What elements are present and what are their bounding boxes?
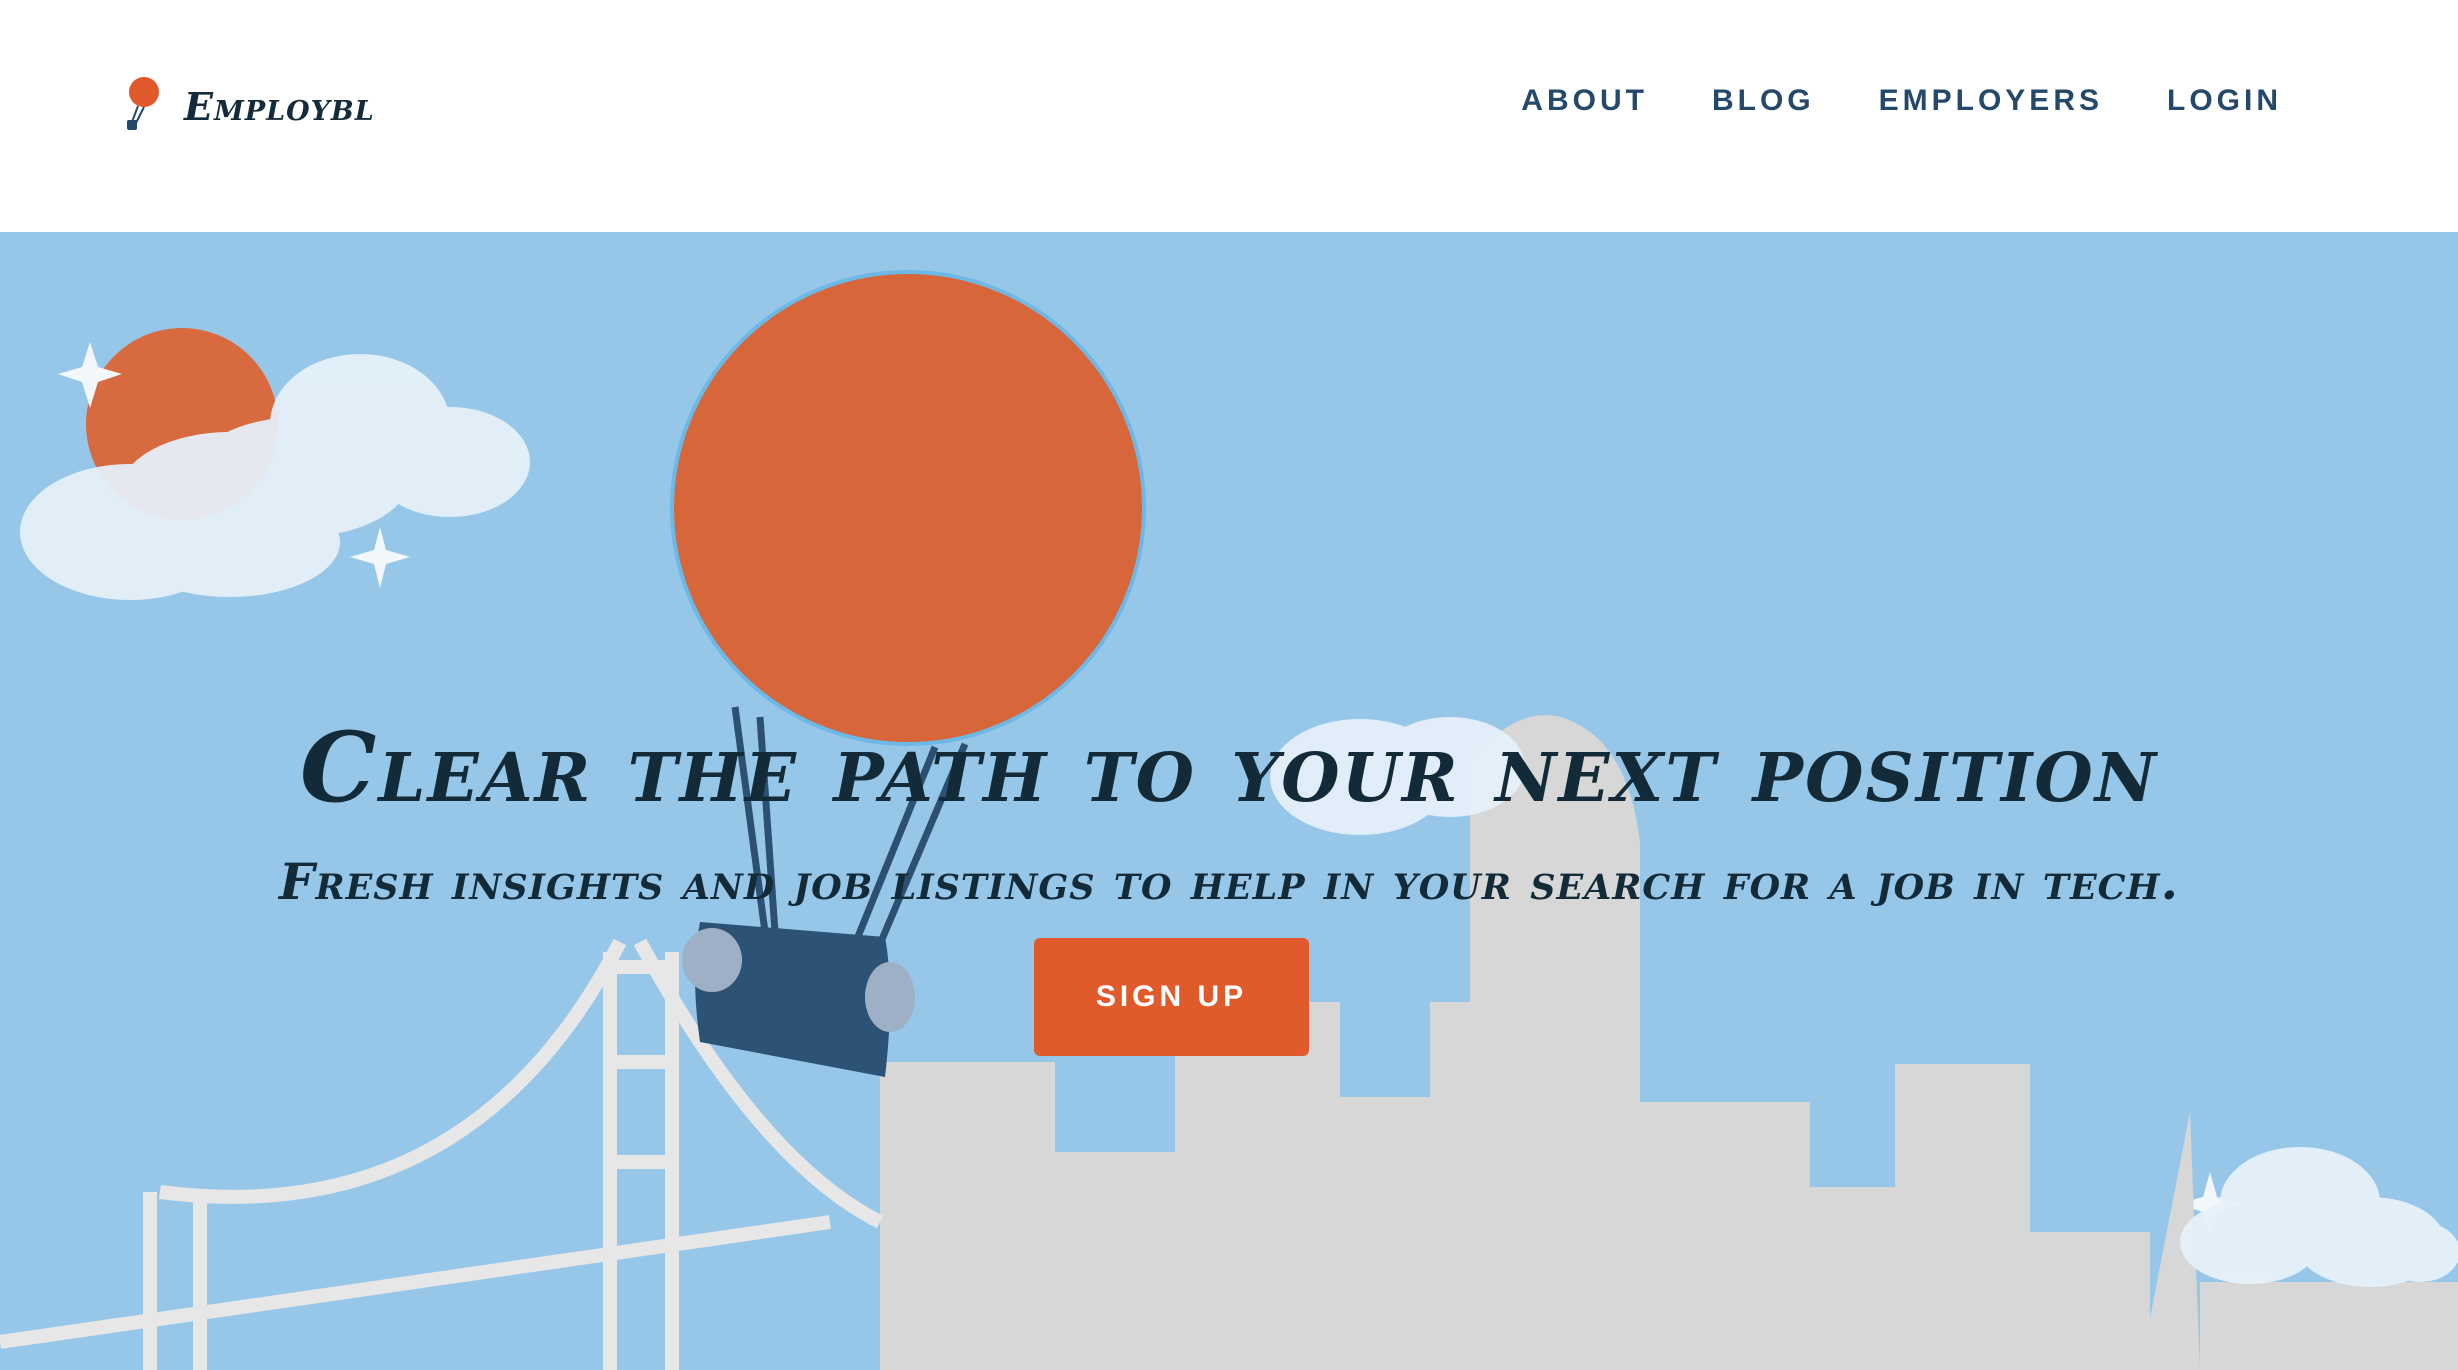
- sign-up-button[interactable]: SIGN UP: [1034, 938, 1309, 1056]
- balloon-icon: [127, 77, 159, 130]
- main-nav: ABOUT BLOG EMPLOYERS LOGIN: [1521, 84, 2282, 118]
- logo[interactable]: Employbl: [118, 76, 375, 136]
- cloud-bottom-right: [2180, 1147, 2458, 1287]
- hero-section: Clear the path to your next position Fre…: [0, 232, 2458, 1370]
- hero-headline: Clear the path to your next position: [300, 711, 2158, 825]
- nav-blog[interactable]: BLOG: [1712, 84, 1815, 118]
- hero-subheadline: Fresh insights and job listings to help …: [279, 852, 2179, 911]
- site-header: Employbl ABOUT BLOG EMPLOYERS LOGIN: [0, 0, 2458, 232]
- nav-login[interactable]: LOGIN: [2167, 84, 2282, 118]
- sparkle-shape: [350, 527, 410, 588]
- nav-about[interactable]: ABOUT: [1521, 84, 1648, 118]
- brand-name: Employbl: [184, 83, 375, 129]
- nav-employers[interactable]: EMPLOYERS: [1879, 84, 2103, 118]
